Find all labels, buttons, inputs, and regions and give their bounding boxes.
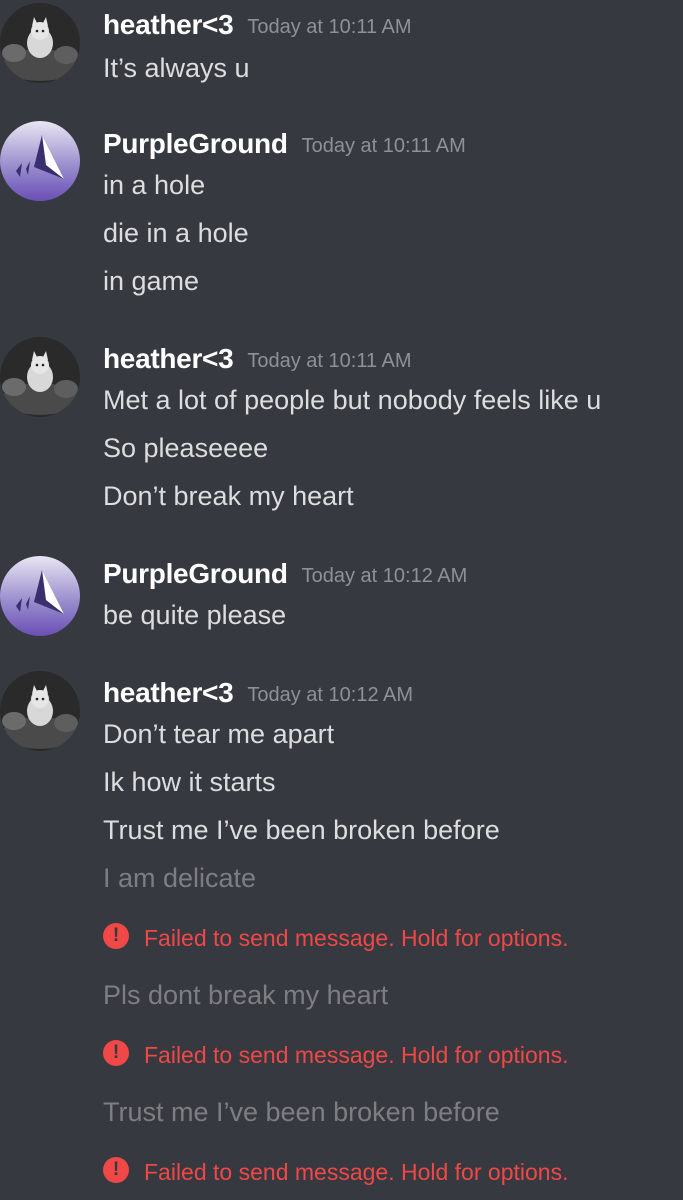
send-failed-text: Failed to send message. Hold for options… [144,924,569,951]
send-failed-notice[interactable]: ! Failed to send message. Hold for option… [103,1155,568,1185]
username[interactable]: PurpleGround [103,128,288,159]
timestamp: Today at 10:11 AM [247,16,412,38]
message-text: Don’t break my heart [103,481,354,511]
failed-message-text[interactable]: I am delicate [103,861,256,895]
timestamp: Today at 10:11 AM [301,135,466,157]
message-text: be quite please [103,600,287,630]
kitten-avatar-icon[interactable] [0,337,80,417]
timestamp: Today at 10:11 AM [247,350,412,372]
failed-message-text[interactable]: Pls dont break my heart [103,978,388,1012]
error-icon: ! [103,922,129,949]
username[interactable]: heather<3 [103,677,234,708]
message-text: in game [103,266,200,296]
kitten-avatar-icon[interactable] [0,3,80,83]
message-text: Don’t tear me apart [103,719,335,749]
username[interactable]: heather<3 [103,343,234,374]
message-text: Met a lot of people but nobody feels lik… [103,385,602,415]
message-text: Ik how it starts [103,767,276,797]
message-text: die in a hole [103,218,249,248]
error-icon: ! [103,1156,129,1183]
message-text: in a hole [103,170,206,200]
kitten-avatar-icon[interactable] [0,671,80,751]
message-text: Trust me I’ve been broken before [103,815,500,845]
purple-triangle-avatar-icon[interactable] [0,556,80,636]
send-failed-notice[interactable]: ! Failed to send message. Hold for option… [103,1038,568,1068]
username[interactable]: heather<3 [103,9,234,40]
send-failed-notice[interactable]: ! Failed to send message. Hold for option… [103,921,568,951]
timestamp: Today at 10:12 AM [301,565,468,587]
error-icon: ! [103,1039,129,1066]
failed-message-text[interactable]: Trust me I’ve been broken before [103,1095,500,1129]
send-failed-text: Failed to send message. Hold for options… [144,1041,569,1068]
timestamp: Today at 10:12 AM [247,684,414,706]
send-failed-text: Failed to send message. Hold for options… [144,1158,569,1185]
message-text: So pleaseeee [103,433,269,463]
username[interactable]: PurpleGround [103,558,288,589]
purple-triangle-avatar-icon[interactable] [0,121,80,201]
message-text: It’s always u [103,53,250,83]
